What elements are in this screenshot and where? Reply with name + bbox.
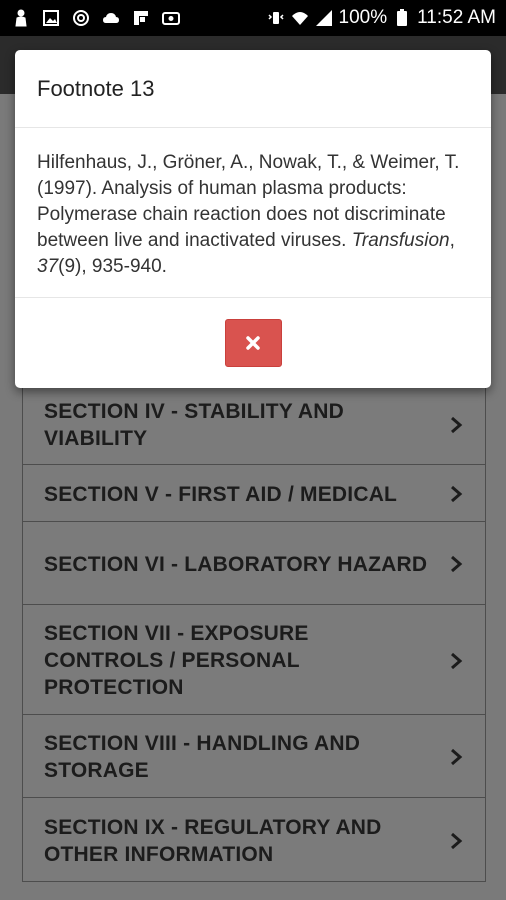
section-label: SECTION VIII - HANDLING AND STORAGE [44, 732, 361, 782]
section-list: SECTION IV - STABILITY AND VIABILITY SEC… [22, 384, 486, 882]
citation-journal: Transfusion [351, 230, 450, 251]
chevron-right-icon [447, 832, 465, 850]
chevron-right-icon [447, 652, 465, 670]
dialog-title: Footnote 13 [37, 75, 155, 101]
section-item-v[interactable]: SECTION V - FIRST AID / MEDICAL [22, 465, 486, 522]
section-label: SECTION IV - STABILITY AND VIABILITY [44, 400, 344, 450]
citation-pages: (9), 935-940. [58, 256, 167, 277]
dialog-footer [15, 298, 491, 387]
wifi-icon [291, 9, 309, 27]
cloud-icon [102, 9, 120, 27]
media-icon [162, 9, 180, 27]
signal-icon [315, 9, 333, 27]
dialog-body: Hilfenhaus, J., Gröner, A., Nowak, T., &… [15, 128, 491, 298]
battery-level: 100% [338, 7, 388, 28]
clock: 11:52 AM [417, 7, 496, 28]
citation-volume: 37 [37, 256, 59, 277]
dialog-header: Footnote 13 [15, 50, 491, 128]
section-label: SECTION VI - LABORATORY HAZARD [44, 552, 428, 576]
status-bar-notifications [12, 9, 180, 27]
flipboard-icon [132, 9, 150, 27]
footnote-citation: Hilfenhaus, J., Gröner, A., Nowak, T., &… [37, 150, 469, 280]
image-icon [42, 9, 60, 27]
status-bar: 100% 11:52 AM [0, 0, 506, 36]
chevron-right-icon [447, 555, 465, 573]
footnote-dialog: Footnote 13 Hilfenhaus, J., Gröner, A., … [15, 50, 491, 388]
section-item-iv[interactable]: SECTION IV - STABILITY AND VIABILITY [22, 384, 486, 465]
section-item-viii[interactable]: SECTION VIII - HANDLING AND STORAGE [22, 715, 486, 798]
vibrate-icon [267, 9, 285, 27]
section-label: SECTION V - FIRST AID / MEDICAL [44, 482, 398, 506]
sync-icon [72, 9, 90, 27]
battery-icon [393, 9, 411, 27]
chevron-right-icon [447, 748, 465, 766]
section-item-vii[interactable]: SECTION VII - EXPOSURE CONTROLS / PERSON… [22, 605, 486, 715]
section-item-ix[interactable]: SECTION IX - REGULATORY AND OTHER INFORM… [22, 798, 486, 882]
close-button[interactable] [224, 318, 282, 367]
close-icon [246, 335, 260, 350]
section-label: SECTION VII - EXPOSURE CONTROLS / PERSON… [44, 622, 309, 699]
chevron-right-icon [447, 485, 465, 503]
section-label: SECTION IX - REGULATORY AND OTHER INFORM… [44, 815, 382, 866]
person-icon [12, 9, 30, 27]
citation-separator: , [449, 230, 455, 251]
status-bar-system: 100% 11:52 AM [267, 7, 496, 29]
chevron-right-icon [447, 416, 465, 434]
section-item-vi[interactable]: SECTION VI - LABORATORY HAZARD [22, 522, 486, 605]
